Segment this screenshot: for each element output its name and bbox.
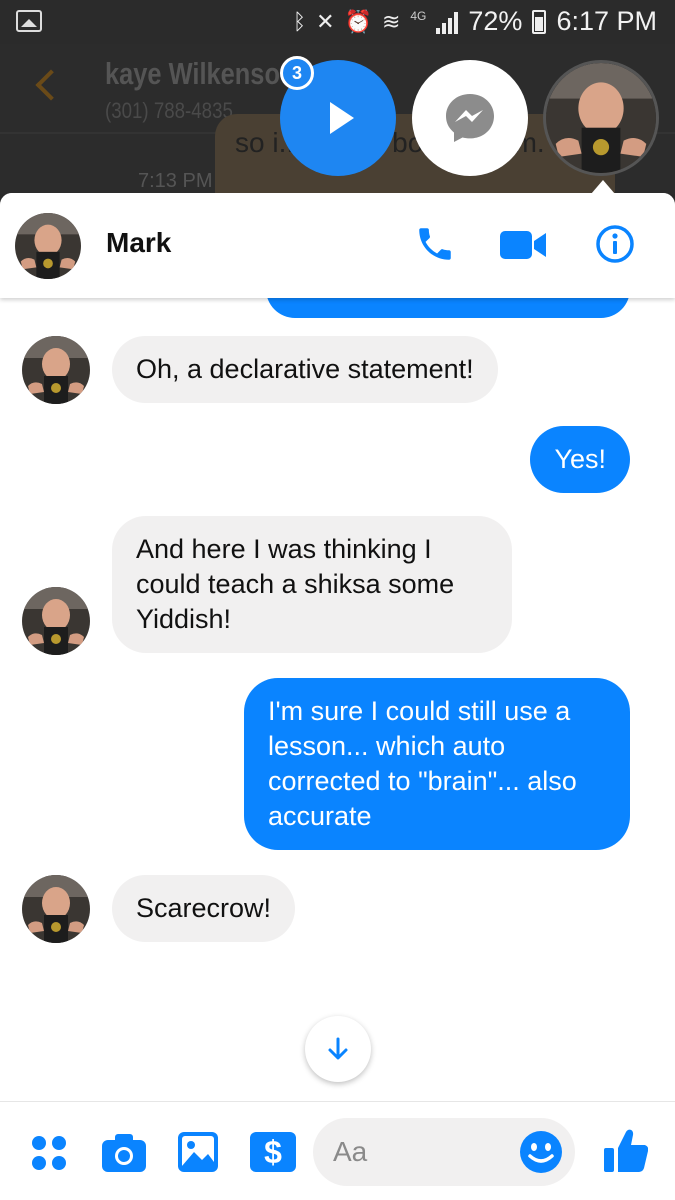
info-icon[interactable] xyxy=(594,223,636,265)
sender-avatar[interactable] xyxy=(22,875,90,943)
phone-call-icon[interactable] xyxy=(414,223,456,265)
chat-head-avatar[interactable] xyxy=(543,60,659,176)
gallery-notification-icon xyxy=(16,10,42,32)
camera-icon[interactable] xyxy=(102,1134,146,1172)
background-contact-name: kaye Wilkenso xyxy=(105,56,280,91)
video-call-icon[interactable] xyxy=(500,229,548,261)
svg-text:$: $ xyxy=(264,1134,282,1170)
message-bubble-incoming[interactable]: Scarecrow! xyxy=(112,875,296,942)
back-arrow-icon xyxy=(35,69,67,101)
chat-title[interactable]: Mark xyxy=(106,227,171,259)
battery-percent: 72% xyxy=(468,6,523,36)
payment-icon[interactable]: $ xyxy=(250,1132,296,1172)
gallery-icon[interactable] xyxy=(178,1132,218,1172)
message-bubble-outgoing[interactable]: I'm sure I could still use a lesson... w… xyxy=(244,678,630,850)
network-type: 4G xyxy=(410,8,427,23)
message-list[interactable]: Oh, a declarative statement! Yes! And he… xyxy=(0,298,675,1098)
status-bar: ᛒ ✕ ⏰ ≋ 4G 72% 6:17 PM xyxy=(0,0,675,44)
scroll-to-bottom-button[interactable] xyxy=(305,1016,371,1082)
chat-head-messenger-button[interactable] xyxy=(412,60,528,176)
message-bubble-incoming[interactable]: And here I was thinking I could teach a … xyxy=(112,516,512,653)
sender-avatar[interactable] xyxy=(22,336,90,404)
avatar-image xyxy=(546,63,656,173)
more-apps-icon[interactable] xyxy=(30,1134,68,1172)
chat-header: Mark xyxy=(0,193,675,298)
like-thumbs-up-icon[interactable] xyxy=(604,1128,648,1174)
emoji-icon[interactable] xyxy=(519,1130,563,1174)
message-input-wrapper[interactable] xyxy=(313,1118,575,1186)
status-icons: ᛒ ✕ ⏰ ≋ 4G 72% 6:17 PM xyxy=(293,6,657,37)
bluetooth-icon: ᛒ xyxy=(292,8,307,34)
play-icon xyxy=(330,102,354,134)
arrow-down-icon xyxy=(328,1037,348,1060)
message-bubble-outgoing-partial[interactable] xyxy=(266,298,630,318)
message-input[interactable] xyxy=(333,1132,513,1172)
messenger-chat-panel: Mark Oh, a declarative statement! Yes! A… xyxy=(0,193,675,1200)
battery-icon xyxy=(532,9,547,34)
mute-icon: ✕ xyxy=(316,8,335,34)
signal-icon xyxy=(436,10,459,34)
background-contact-phone: (301) 788-4835 xyxy=(105,98,233,123)
message-bubble-incoming[interactable]: Oh, a declarative statement! xyxy=(112,336,498,403)
clock: 6:17 PM xyxy=(556,6,657,36)
unread-badge: 3 xyxy=(280,56,314,90)
chat-head-pointer xyxy=(591,180,615,194)
contact-avatar[interactable] xyxy=(15,213,81,279)
sender-avatar[interactable] xyxy=(22,587,90,655)
alarm-icon: ⏰ xyxy=(344,8,372,34)
messenger-icon xyxy=(446,94,494,142)
message-composer: $ xyxy=(0,1101,675,1200)
background-message-time: 7:13 PM xyxy=(138,170,213,192)
wifi-icon: ≋ xyxy=(381,8,401,34)
message-bubble-outgoing[interactable]: Yes! xyxy=(530,426,630,493)
